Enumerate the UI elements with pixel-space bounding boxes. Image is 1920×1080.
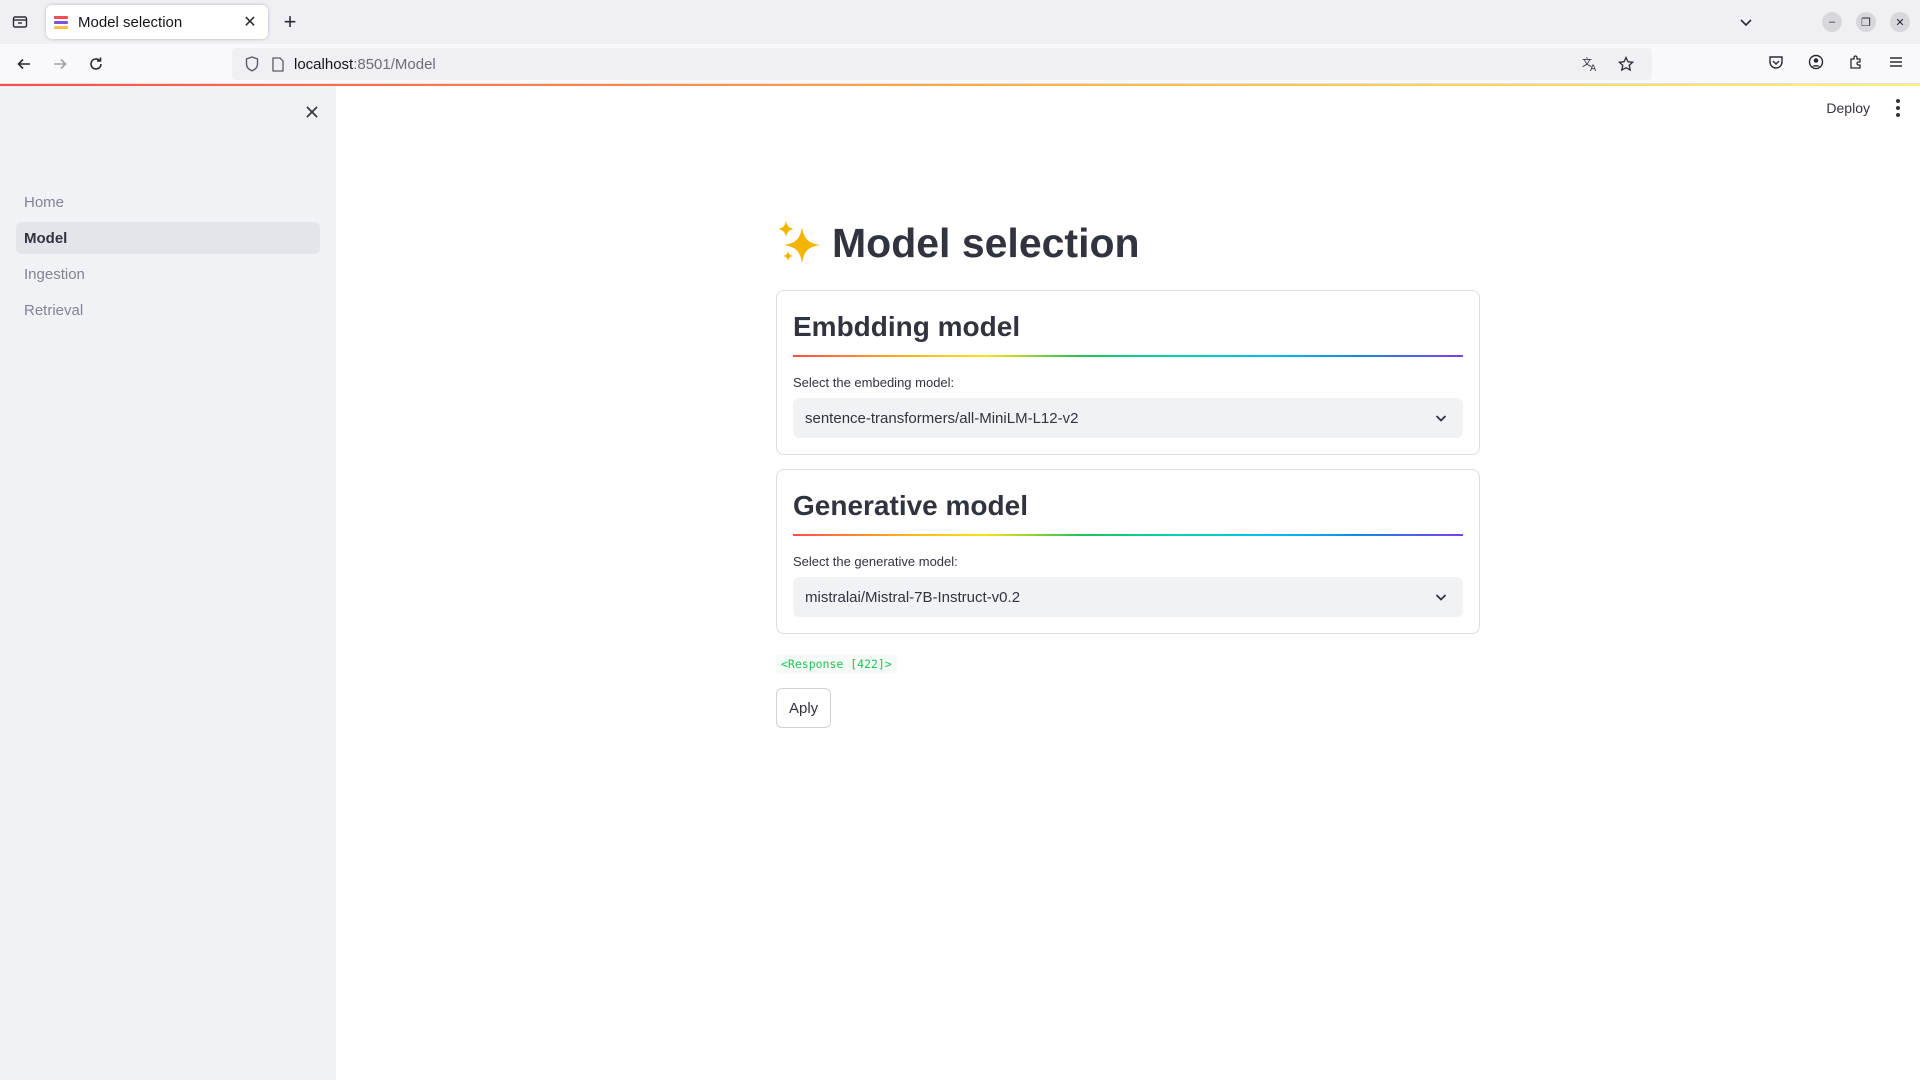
sidebar-item-retrieval[interactable]: Retrieval [16, 294, 320, 326]
shield-icon[interactable] [242, 54, 262, 74]
minimize-icon[interactable]: – [1822, 12, 1842, 32]
sidebar-item-label: Model [24, 229, 68, 247]
embedding-model-value: sentence-transformers/all-MiniLM-L12-v2 [805, 409, 1079, 427]
streamlit-favicon-icon [54, 14, 70, 30]
apply-button[interactable]: Aply [776, 688, 832, 728]
menu-icon[interactable] [1886, 52, 1906, 72]
embedding-model-card: Embdding model Select the embeding model… [776, 290, 1480, 455]
sidebar-item-home[interactable]: Home [16, 186, 320, 218]
page-title-text: Model selection [832, 219, 1140, 266]
sidebar-nav: Home Model Ingestion Retrieval [16, 186, 320, 330]
app-toolbar: Deploy [1826, 98, 1908, 118]
sidebar-item-model[interactable]: Model [16, 222, 320, 254]
url-host: localhost [294, 55, 354, 73]
embedding-model-heading: Embdding model [793, 311, 1021, 342]
rainbow-divider [793, 534, 1463, 536]
list-all-tabs-icon[interactable] [1734, 10, 1758, 34]
tab-close-icon[interactable]: ✕ [240, 12, 260, 32]
browser-nav-bar: localhost:8501/Model 文A [0, 44, 1920, 84]
restore-icon[interactable]: ❐ [1856, 12, 1876, 32]
generative-model-card: Generative model Select the generative m… [776, 469, 1480, 634]
page-icon[interactable] [268, 54, 288, 74]
sparkles-icon [778, 221, 820, 263]
translate-icon[interactable]: 文A [1580, 54, 1600, 74]
tab-list-icon[interactable] [8, 10, 32, 34]
embedding-model-label: Select the embeding model: [793, 375, 955, 390]
chevron-down-icon [1431, 587, 1451, 607]
generative-model-value: mistralai/Mistral-7B-Instruct-v0.2 [805, 588, 1021, 606]
sidebar: Home Model Ingestion Retrieval [0, 86, 336, 1080]
reload-icon[interactable] [84, 52, 108, 76]
main-menu-icon[interactable] [1888, 98, 1908, 118]
close-icon[interactable] [300, 100, 324, 124]
generative-model-select[interactable]: mistralai/Mistral-7B-Instruct-v0.2 [793, 577, 1463, 617]
tab-title: Model selection [78, 13, 183, 31]
account-icon[interactable] [1806, 52, 1826, 72]
generative-model-label: Select the generative model: [793, 554, 958, 569]
response-code: <Response [422]> [776, 654, 897, 674]
back-icon[interactable] [12, 52, 36, 76]
svg-text:A: A [1590, 64, 1597, 72]
page-title: Model selection [776, 210, 1480, 276]
browser-tab[interactable]: Model selection ✕ [46, 5, 268, 39]
sidebar-item-ingestion[interactable]: Ingestion [16, 258, 320, 290]
deploy-button[interactable]: Deploy [1826, 100, 1870, 116]
rainbow-divider [793, 355, 1463, 357]
bookmark-star-icon[interactable] [1616, 54, 1636, 74]
forward-icon[interactable] [48, 52, 72, 76]
window-close-icon[interactable]: ✕ [1890, 12, 1910, 32]
main-content: Model selection Embdding model Select th… [776, 210, 1480, 728]
address-bar[interactable]: localhost:8501/Model 文A [232, 48, 1652, 80]
embedding-model-select[interactable]: sentence-transformers/all-MiniLM-L12-v2 [793, 398, 1463, 438]
sidebar-item-label: Retrieval [24, 301, 84, 319]
pocket-icon[interactable] [1766, 52, 1786, 72]
extensions-icon[interactable] [1846, 52, 1866, 72]
browser-tab-bar: Model selection ✕ + – ❐ ✕ [0, 0, 1920, 44]
url-path: :8501/Model [353, 55, 436, 73]
sidebar-item-label: Home [24, 193, 65, 211]
generative-model-heading: Generative model [793, 490, 1028, 521]
chevron-down-icon [1431, 408, 1451, 428]
sidebar-item-label: Ingestion [24, 265, 85, 283]
new-tab-icon[interactable]: + [278, 9, 302, 34]
